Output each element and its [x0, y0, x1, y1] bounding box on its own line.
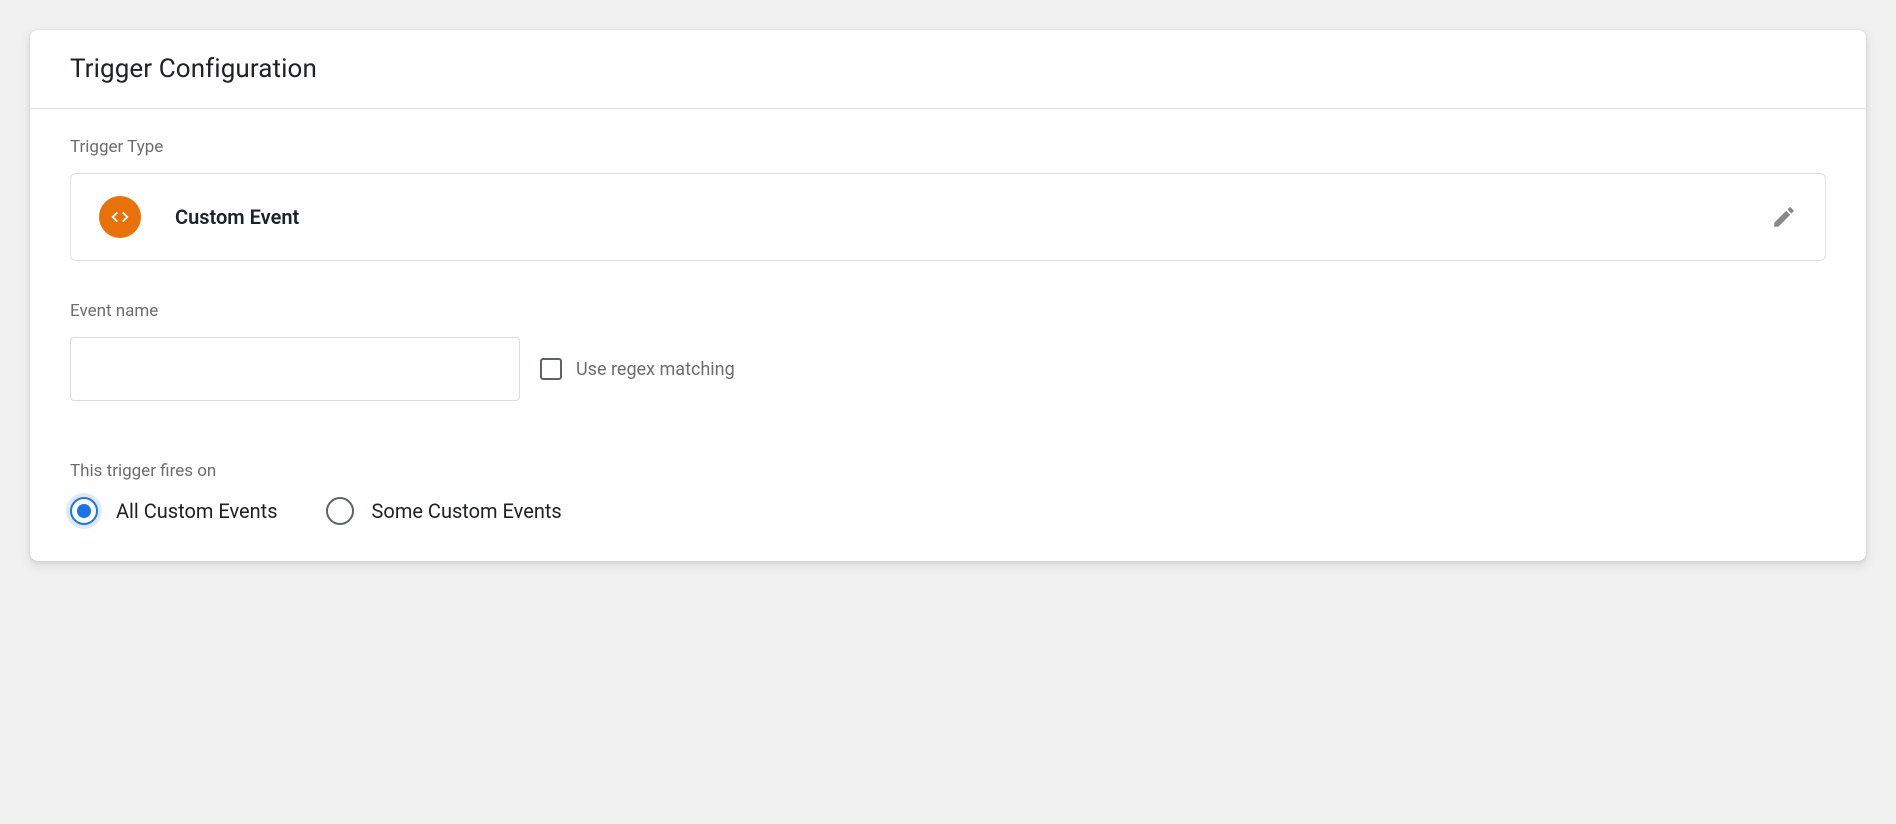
radio-label: Some Custom Events [372, 499, 562, 523]
radio-label: All Custom Events [116, 499, 278, 523]
card-title: Trigger Configuration [70, 54, 1826, 84]
radio-button[interactable] [70, 497, 98, 525]
regex-checkbox[interactable] [540, 358, 562, 380]
fires-on-label: This trigger fires on [70, 461, 1826, 481]
radio-all-custom-events[interactable]: All Custom Events [70, 497, 278, 525]
card-body: Trigger Type Custom Event Event name Use… [30, 109, 1866, 561]
fires-on-radio-group: All Custom Events Some Custom Events [70, 497, 1826, 525]
radio-button[interactable] [326, 497, 354, 525]
trigger-config-card: Trigger Configuration Trigger Type Custo… [30, 30, 1866, 561]
radio-some-custom-events[interactable]: Some Custom Events [326, 497, 562, 525]
trigger-type-name: Custom Event [175, 205, 1771, 229]
event-name-label: Event name [70, 301, 1826, 321]
event-name-row: Use regex matching [70, 337, 1826, 401]
regex-checkbox-wrap[interactable]: Use regex matching [540, 358, 735, 380]
code-icon [99, 196, 141, 238]
event-name-input[interactable] [70, 337, 520, 401]
trigger-type-label: Trigger Type [70, 137, 1826, 157]
trigger-type-selector[interactable]: Custom Event [70, 173, 1826, 261]
edit-icon[interactable] [1771, 204, 1797, 230]
regex-checkbox-label: Use regex matching [576, 359, 735, 380]
card-header: Trigger Configuration [30, 30, 1866, 109]
